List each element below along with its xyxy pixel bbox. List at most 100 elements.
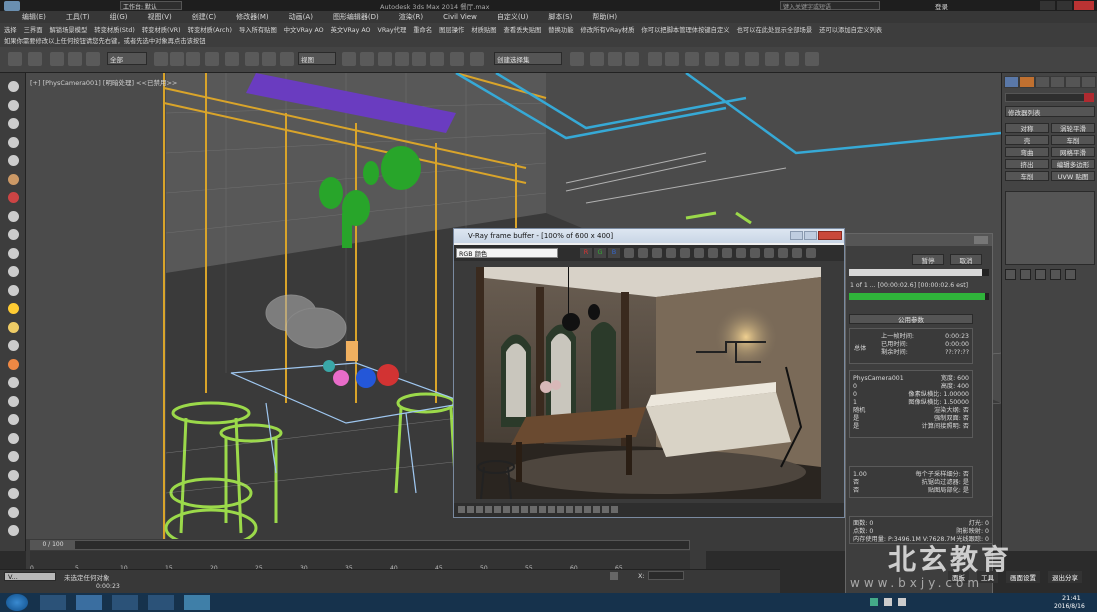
teapot-icon[interactable] [8,81,19,92]
vfb-bottom-tool-icon[interactable] [503,506,510,513]
vfb-bottom-tool-icon[interactable] [602,506,609,513]
display-srgb-icon[interactable] [778,248,788,258]
pivot-icon[interactable] [342,52,356,66]
remove-modifier-icon[interactable] [1050,269,1061,280]
history-icon[interactable] [736,248,746,258]
modifier-stack[interactable] [1005,191,1095,265]
script-button[interactable]: 中文VRay AO [284,25,324,34]
spacewarp-icon[interactable] [8,377,19,388]
menu-item[interactable]: 动画(A) [289,12,313,22]
script-button[interactable]: 查看丢失贴图 [504,25,542,34]
box-icon[interactable] [8,99,19,111]
window-taskbar-icon[interactable] [148,595,174,610]
curve-editor-icon[interactable] [625,52,639,66]
render-icon[interactable] [806,248,816,258]
hand-icon[interactable] [8,414,19,425]
pin-stack-icon[interactable] [1005,269,1016,280]
pyramid-icon[interactable] [8,284,19,296]
align-icon[interactable] [570,52,584,66]
script-button[interactable]: 转变材质(Arch) [188,25,232,34]
app-logo[interactable] [4,1,20,11]
utilities-tab-icon[interactable] [1081,77,1095,87]
menu-item[interactable]: Civil View [443,13,477,21]
script-button[interactable]: 选择 [4,25,17,34]
modifier-button[interactable]: 网格平滑 [1051,147,1095,157]
vfb-bottom-tool-icon[interactable] [521,506,528,513]
vfb-bottom-tool-icon[interactable] [611,506,618,513]
teapot-icon[interactable] [765,52,779,66]
active-shade-icon[interactable] [785,52,799,66]
move-icon[interactable] [225,52,239,66]
color-corrections-icon[interactable] [764,248,774,258]
helix-icon[interactable] [8,340,19,351]
viewport-label[interactable]: [+] [PhysCamera001] [明暗处理] <<已禁用>> [30,77,177,87]
clock-icon[interactable] [8,506,19,518]
load-image-icon[interactable] [666,248,676,258]
select-icon[interactable] [154,52,168,66]
maxscript-listener-button[interactable]: V... [4,572,56,581]
redo-icon[interactable] [28,52,42,66]
menu-item[interactable]: 渲染(R) [399,12,423,22]
cylinder-icon[interactable] [8,192,19,203]
overlay-button[interactable]: 退出分享 [1048,571,1082,583]
vfb-bottom-tool-icon[interactable] [584,506,591,513]
script-button[interactable]: 重命名 [413,25,432,34]
window-crossing-icon[interactable] [205,52,219,66]
unlink-icon[interactable] [68,52,82,66]
sphere-icon[interactable] [8,173,19,185]
link-icon[interactable] [50,52,64,66]
pause-button[interactable]: 暂停 [912,254,944,265]
channel-r-button[interactable]: R [580,248,592,258]
make-unique-icon[interactable] [1035,269,1046,280]
menu-item[interactable]: 创建(C) [192,12,216,22]
script-button[interactable]: 图层操作 [439,25,464,34]
shield-icon[interactable] [870,598,878,606]
configure-sets-icon[interactable] [1065,269,1076,280]
reference-coord-select[interactable]: 视图 [298,52,336,65]
close-button[interactable] [1074,1,1094,10]
lens-effects-icon[interactable] [750,248,760,258]
channel-select[interactable]: RGB 颜色 [456,248,558,258]
display-tab-icon[interactable] [1066,77,1080,87]
vfb-bottom-tool-icon[interactable] [512,506,519,513]
material-editor-icon[interactable] [665,52,679,66]
start-button[interactable] [6,594,28,611]
select-by-name-icon[interactable] [170,52,184,66]
motion-tab-icon[interactable] [1050,77,1065,87]
vfb-bottom-tool-icon[interactable] [494,506,501,513]
system-icon[interactable] [8,395,19,407]
menu-item[interactable]: 视图(V) [148,12,172,22]
modifier-list-select[interactable]: 修改器列表 [1005,106,1095,117]
script-button[interactable]: 材质贴图 [471,25,496,34]
time-slider[interactable]: 0 / 100 [30,540,690,550]
script-button[interactable]: 转变材质(VR) [142,25,181,34]
app-taskbar-icon[interactable] [76,595,102,610]
modify-tab-icon[interactable] [1020,77,1034,87]
modifier-button[interactable]: UVW 贴图 [1051,171,1095,181]
script-button[interactable]: 三界面 [24,25,43,34]
user-login[interactable]: 登录 [935,1,948,11]
rendered-image[interactable] [476,267,821,499]
edit-named-sets-icon[interactable] [450,52,464,66]
script-button[interactable]: 解锁场景模型 [49,25,87,34]
vfb-bottom-tool-icon[interactable] [566,506,573,513]
workspace-select[interactable]: 工作台: 默认 [120,1,182,11]
modifier-button[interactable]: 对称 [1005,123,1049,133]
vfb-bottom-tool-icon[interactable] [530,506,537,513]
environment-icon[interactable] [805,52,819,66]
vfb-maximize-button[interactable] [804,231,817,240]
menu-item[interactable]: 自定义(U) [497,12,529,22]
modifier-button[interactable]: 壳 [1005,135,1049,145]
vfb-bottom-tool-icon[interactable] [593,506,600,513]
graphite-ribbon-icon[interactable] [608,52,622,66]
percent-snap-icon[interactable] [412,52,426,66]
bone-icon[interactable] [8,432,19,444]
vfb-close-button[interactable] [818,231,842,240]
scale-icon[interactable] [262,52,276,66]
rotate-icon[interactable] [245,52,259,66]
mono-icon[interactable] [624,248,634,258]
folder-taskbar-icon[interactable] [112,595,138,610]
vray-frame-buffer-icon[interactable] [745,52,759,66]
modifier-button[interactable]: 车削 [1051,135,1095,145]
selection-set-select[interactable]: 创建选择集 [494,52,562,65]
